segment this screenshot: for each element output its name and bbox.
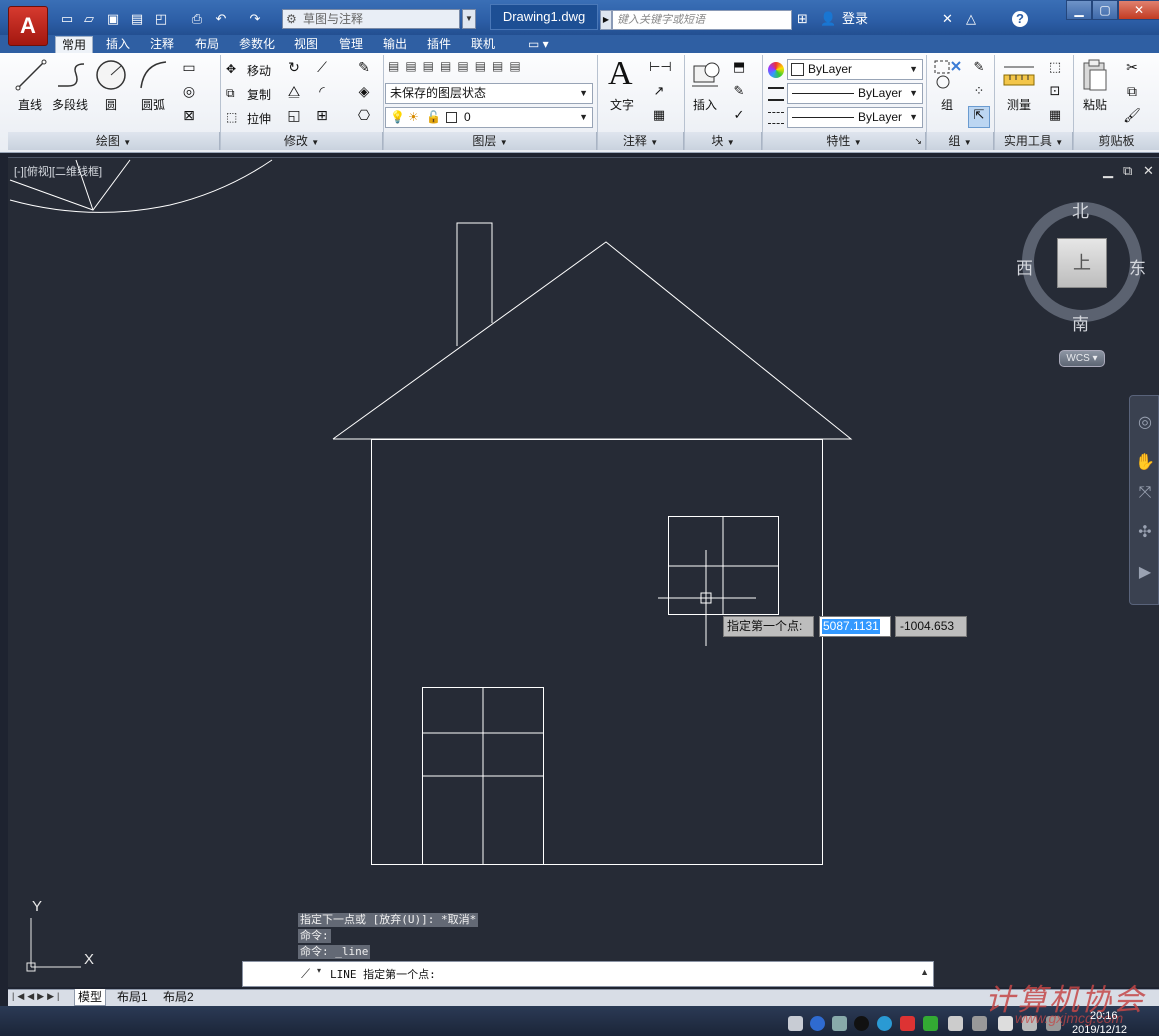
ucs-y-label: Y <box>32 898 43 915</box>
zoom-extents-icon[interactable]: ⤧ <box>1134 482 1156 504</box>
ucs-icon <box>26 918 81 972</box>
clock-date[interactable]: 2019/12/12 <box>1072 1024 1127 1036</box>
clock-time[interactable]: 20:16 <box>1090 1010 1118 1022</box>
tab-layout1[interactable]: 布局1 <box>114 989 151 1006</box>
viewport-close-icon[interactable]: ✕ <box>1143 164 1154 178</box>
command-history-line: 指定下一点或 [放弃(U)]: *取消* <box>298 913 479 927</box>
pan-hand-icon[interactable]: ✋ <box>1134 452 1156 474</box>
showmotion-icon[interactable]: ▶ <box>1134 562 1156 584</box>
dynamic-input-x[interactable]: 5087.1131 <box>819 616 891 637</box>
network-tray-icon[interactable] <box>832 1016 847 1031</box>
compass-south[interactable]: 南 <box>1072 310 1089 335</box>
compass-north[interactable]: 北 <box>1072 197 1089 222</box>
roof <box>332 241 853 440</box>
viewcube-top-face[interactable]: 上 <box>1057 238 1107 288</box>
wcs-label: WCS <box>1066 353 1090 364</box>
browser-tray-icon[interactable] <box>877 1016 892 1031</box>
tab-model[interactable]: 模型 <box>74 989 107 1006</box>
ucs-x-label: X <box>84 951 95 968</box>
house-drawing <box>9 159 853 865</box>
tab-layout2[interactable]: 布局2 <box>160 989 197 1006</box>
command-history-toggle-icon[interactable]: ▲ <box>920 967 929 977</box>
command-prompt-text: LINE 指定第一个点: <box>330 968 436 981</box>
wcs-menu[interactable]: WCS ▾ <box>1059 350 1105 367</box>
security-tray-icon[interactable] <box>900 1016 915 1031</box>
command-history-line: 命令: <box>298 929 331 943</box>
layout-nav-arrows[interactable]: |◀◀▶▶| <box>12 991 62 1002</box>
steering-wheel-icon[interactable]: ◎ <box>1134 412 1156 434</box>
compass-east[interactable]: 东 <box>1129 254 1146 279</box>
application-menu-button[interactable]: A <box>8 6 48 46</box>
help-tray-icon[interactable] <box>810 1016 825 1031</box>
viewport-restore-icon[interactable]: ⧉ <box>1123 164 1132 178</box>
orbit-icon[interactable]: ✣ <box>1134 522 1156 544</box>
recent-commands-icon[interactable]: ▾ <box>317 966 321 975</box>
viewport-minimize-icon[interactable]: ▁ <box>1103 164 1113 178</box>
command-history-line: 命令: _line <box>298 945 371 959</box>
viewport-controls-label[interactable]: [-][俯视][二维线框] <box>14 163 102 179</box>
flag-icon[interactable] <box>948 1016 963 1031</box>
update-tray-icon[interactable] <box>923 1016 938 1031</box>
keyboard-icon[interactable] <box>788 1016 803 1031</box>
line-command-icon: ⟋ <box>301 966 311 981</box>
x-coordinate-value: 5087.1131 <box>822 619 880 634</box>
dynamic-input-y[interactable]: -1004.653 <box>895 616 967 637</box>
wall <box>371 439 823 865</box>
compass-west[interactable]: 西 <box>1016 254 1033 279</box>
qq-icon[interactable] <box>854 1016 869 1031</box>
dynamic-input-prompt: 指定第一个点: <box>723 616 814 637</box>
navigation-bar: ◎ ✋ ⤧ ✣ ▶ <box>1129 395 1159 605</box>
drawing-geometry <box>9 159 1142 972</box>
